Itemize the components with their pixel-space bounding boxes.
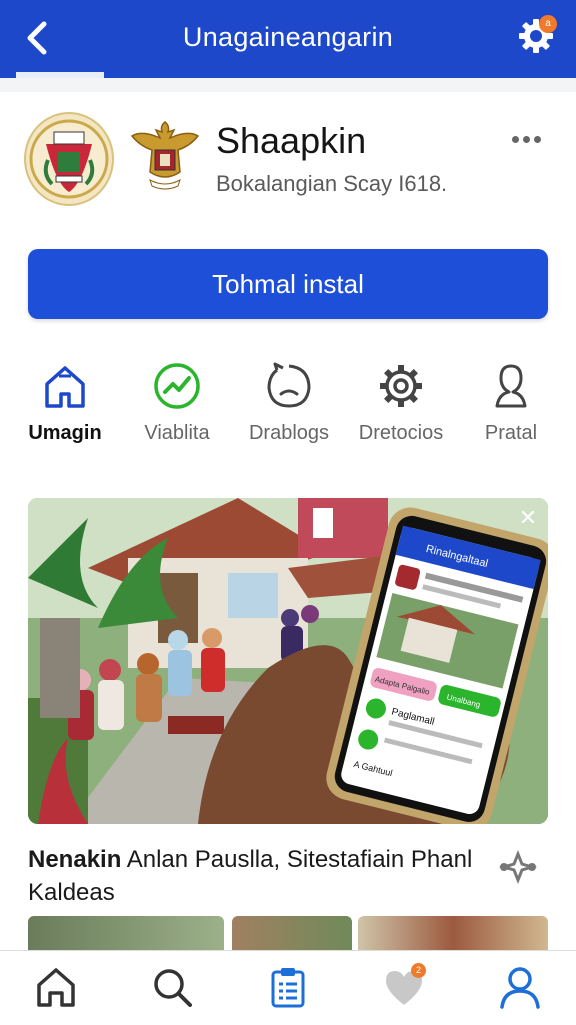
header-divider (0, 78, 576, 92)
thumbnail[interactable] (232, 916, 352, 950)
post-title-bold: Nenakin (28, 846, 122, 873)
category-label: Dretocios (358, 422, 444, 444)
category-dretocios[interactable]: Dretocios (346, 362, 456, 445)
organization-logo (24, 112, 114, 206)
category-umagin[interactable]: Umagin (10, 362, 120, 445)
gear-icon (380, 365, 422, 407)
category-pratal[interactable]: Pratal (456, 362, 566, 445)
category-drablogs[interactable]: Drablogs (234, 362, 344, 445)
chat-face-icon (267, 362, 311, 408)
category-label: Drablogs (248, 422, 330, 444)
home-icon[interactable] (34, 965, 78, 1009)
close-icon[interactable]: ✕ (518, 507, 538, 529)
category-label: Viablita (144, 422, 210, 444)
bottom-navigation: 2 (0, 950, 576, 1025)
featured-photo-illustration: Rinalngaltaal Adapta Palgalio Unalbang P… (28, 498, 548, 824)
featured-image[interactable]: Rinalngaltaal Adapta Palgalio Unalbang P… (28, 498, 548, 824)
category-label: Pratal (484, 422, 538, 444)
person-outline-icon (495, 364, 527, 408)
more-options-icon[interactable] (512, 130, 552, 150)
home-outline-icon (45, 366, 85, 408)
garuda-emblem (130, 116, 200, 196)
category-viablita[interactable]: Viablita (122, 362, 232, 445)
install-button[interactable]: Tohmal instal (28, 249, 548, 319)
category-label: Umagin (28, 422, 102, 444)
thumbnail[interactable] (358, 916, 548, 950)
post-title[interactable]: Nenakin Anlan Pauslla, Sitestafiain Phan… (28, 843, 498, 909)
profile-name: Shaapkin (216, 120, 367, 161)
clipboard-icon[interactable] (266, 965, 310, 1009)
user-icon[interactable] (498, 965, 542, 1009)
favorites-nav[interactable]: 2 (382, 963, 426, 1009)
thumbnail[interactable] (28, 916, 224, 950)
profile-subtitle: Bokalangian Scay I618. (216, 171, 448, 196)
app-title: Unagaineangarin (182, 22, 394, 52)
search-icon[interactable] (150, 965, 194, 1009)
favorites-badge: 2 (411, 963, 426, 978)
top-app-bar: Unagaineangarin a (0, 0, 576, 78)
share-icon[interactable] (498, 850, 538, 884)
settings-notification-badge: a (539, 15, 557, 33)
thumbnail-strip (28, 916, 548, 950)
trend-icon (154, 363, 200, 409)
